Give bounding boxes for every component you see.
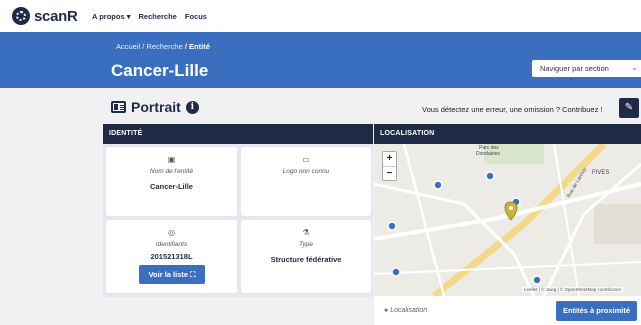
top-navbar: scanR A propos ▾ Recherche Focus <box>0 0 641 32</box>
expand-icon: ⛶ <box>190 270 196 279</box>
poi-marker[interactable] <box>433 180 443 190</box>
zoom-in-button[interactable]: + <box>383 152 396 166</box>
nav-item-apropos[interactable]: A propos ▾ <box>92 12 131 21</box>
map-place-label: FIVES <box>592 170 610 176</box>
entity-name-card: ▣ Nom de l'entité Cancer-Lille <box>106 147 237 216</box>
contribute-edit-button[interactable]: ✎ <box>619 98 639 118</box>
identifier-value: 201521318L <box>150 252 193 261</box>
nav-item-focus[interactable]: Focus <box>185 12 207 21</box>
nearby-entities-button[interactable]: Entités à proximité <box>556 301 637 321</box>
localisation-header: LOCALISATION <box>374 124 641 144</box>
block-area <box>594 204 641 244</box>
zoom-out-button[interactable]: − <box>383 166 396 180</box>
id-card-icon <box>111 101 126 113</box>
pencil-icon: ✎ <box>624 102 634 113</box>
breadcrumb-home[interactable]: Accueil <box>116 42 140 51</box>
section-select-value: Naviguer par section <box>540 64 609 73</box>
image-icon: ▭ <box>302 155 310 164</box>
page-title: Cancer-Lille <box>111 61 209 80</box>
poi-marker[interactable] <box>485 171 495 181</box>
portrait-title: Portrait <box>131 99 181 115</box>
breadcrumb-search[interactable]: Recherche <box>146 42 182 51</box>
breadcrumb-separator: / <box>184 42 187 51</box>
type-card: ⚗ Type Structure fédérative <box>241 220 371 293</box>
breadcrumb: Accueil / Recherche / Entité <box>116 42 210 51</box>
type-label: Type <box>299 241 313 248</box>
scanr-logo[interactable]: scanR <box>12 7 78 25</box>
pin-center <box>509 206 513 210</box>
logo-label: Logo non connu <box>282 168 330 175</box>
map-zoom-control: + − <box>382 151 397 181</box>
entity-name-value: Cancer-Lille <box>150 182 193 191</box>
portrait-heading: Portrait i <box>111 99 199 115</box>
nav-item-recherche[interactable]: Recherche <box>139 12 177 21</box>
map-place-label: Dondaines <box>476 151 500 157</box>
section-navigation-select[interactable]: Naviguer par section ⌄ <box>532 60 641 77</box>
main-nav: A propos ▾ Recherche Focus <box>92 12 207 21</box>
map-attribution[interactable]: Leaflet | © Jawg | © OpenStreetMap contr… <box>522 287 624 292</box>
type-value: Structure fédérative <box>270 255 342 264</box>
view-list-button[interactable]: Voir la liste ⛶ <box>139 265 205 284</box>
identite-header: IDENTITÉ <box>103 124 373 144</box>
logo-card: ▭ Logo non connu <box>241 147 371 216</box>
localisation-text: Localisation <box>390 307 428 314</box>
breadcrumb-separator: / <box>142 42 145 51</box>
chevron-down-icon: ⌄ <box>631 63 638 72</box>
poi-marker[interactable] <box>391 267 401 277</box>
localisation-label: ● Localisation <box>384 307 427 314</box>
map-view[interactable] <box>374 144 641 296</box>
poi-marker[interactable] <box>387 221 397 231</box>
view-list-label: Voir la liste <box>148 270 189 279</box>
info-icon[interactable]: i <box>185 100 199 114</box>
breadcrumb-current: Entité <box>189 42 210 51</box>
entity-name-label: Nom de l'entité <box>149 168 194 175</box>
scanr-logo-icon <box>12 7 30 25</box>
poi-marker[interactable] <box>532 275 542 285</box>
map-tiles <box>374 144 641 296</box>
flask-icon: ⚗ <box>302 228 310 237</box>
identifiers-label: Identifiants <box>155 241 188 248</box>
brand-name: scanR <box>34 7 78 25</box>
feedback-text: Vous détectez une erreur, une omission ?… <box>422 105 603 114</box>
map-pin-icon: ● <box>384 307 389 314</box>
fingerprint-icon: ◎ <box>168 228 175 237</box>
id-card-icon: ▣ <box>167 155 176 164</box>
